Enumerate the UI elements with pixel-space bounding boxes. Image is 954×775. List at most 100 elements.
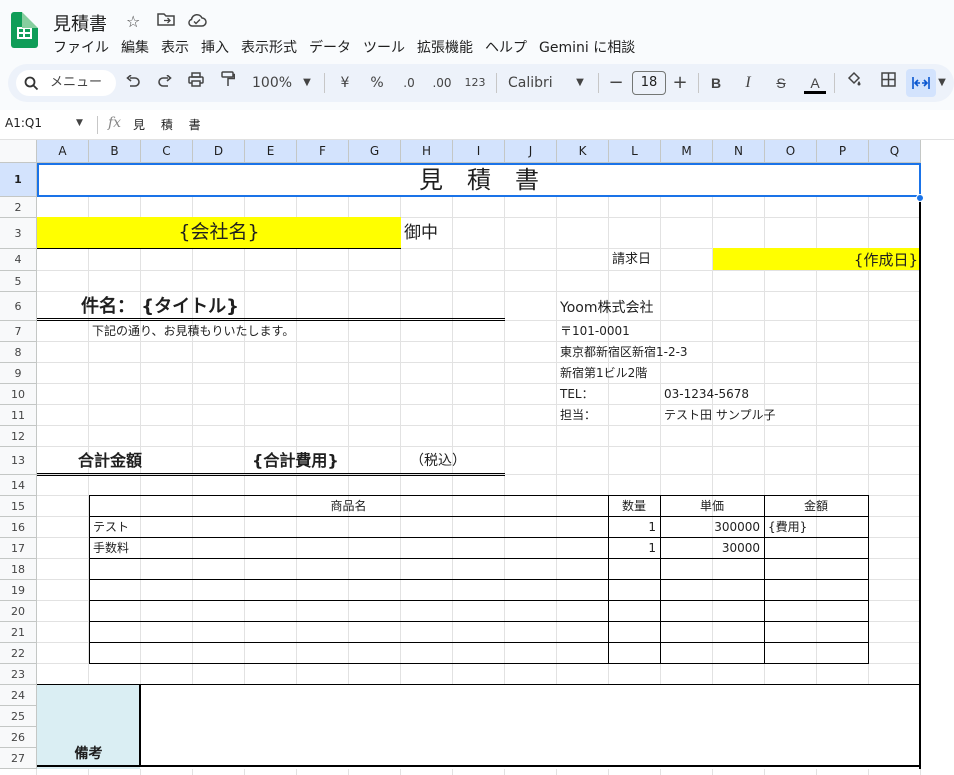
column-header-k[interactable]: K (557, 140, 609, 163)
column-header-l[interactable]: L (609, 140, 661, 163)
menu-file[interactable]: ファイル (53, 37, 109, 57)
row-header-19[interactable]: 19 (0, 580, 37, 601)
fill-color-icon[interactable] (844, 64, 864, 102)
bold-button[interactable]: B (708, 64, 724, 102)
merge-cells-icon (912, 77, 930, 89)
document-title[interactable]: 見積書 (53, 10, 107, 36)
row-header-23[interactable]: 23 (0, 664, 37, 685)
formula-input[interactable]: 見 積 書 (133, 116, 207, 133)
decrease-decimal-button[interactable]: .0 (398, 64, 420, 102)
row-header-13[interactable]: 13 (0, 447, 37, 475)
toolbar-divider (496, 73, 497, 93)
borders-icon[interactable] (878, 64, 898, 102)
menu-format[interactable]: 表示形式 (241, 37, 297, 57)
font-dropdown-icon[interactable]: ▼ (574, 64, 586, 102)
italic-button[interactable]: I (740, 64, 756, 102)
row-header-7[interactable]: 7 (0, 321, 37, 342)
star-icon[interactable]: ☆ (126, 12, 140, 31)
column-header-i[interactable]: I (453, 140, 505, 163)
column-header-h[interactable]: H (401, 140, 453, 163)
move-folder-icon[interactable] (157, 12, 175, 30)
name-box-dropdown-icon[interactable]: ▼ (76, 118, 83, 128)
row-header-5[interactable]: 5 (0, 271, 37, 292)
decrease-font-size-button[interactable]: − (608, 64, 624, 102)
table-hborder (89, 600, 869, 601)
column-header-a[interactable]: A (37, 140, 89, 163)
menu-gemini[interactable]: Gemini に相談 (539, 37, 635, 57)
menu-data[interactable]: データ (309, 37, 351, 57)
merge-dropdown-icon[interactable]: ▼ (936, 64, 948, 102)
row-header-18[interactable]: 18 (0, 559, 37, 580)
row-header-22[interactable]: 22 (0, 643, 37, 664)
column-header-q[interactable]: Q (869, 140, 921, 163)
font-size-input[interactable]: 18 (632, 71, 666, 95)
row-header-14[interactable]: 14 (0, 475, 37, 496)
remarks-area[interactable] (37, 685, 921, 769)
column-header-c[interactable]: C (141, 140, 193, 163)
row-header-6[interactable]: 6 (0, 292, 37, 321)
select-all-corner[interactable] (0, 140, 37, 163)
row-header-25[interactable]: 25 (0, 706, 37, 727)
date-label: 請求日 (612, 252, 652, 267)
menu-view[interactable]: 表示 (161, 37, 189, 57)
amount-header: 金額 (803, 499, 828, 513)
text-color-letter: A (810, 75, 820, 91)
menu-help[interactable]: ヘルプ (485, 37, 527, 57)
zoom-select[interactable]: 100% (252, 64, 292, 102)
row-header-15[interactable]: 15 (0, 496, 37, 517)
row-header-9[interactable]: 9 (0, 363, 37, 384)
merge-cells-button[interactable] (906, 69, 936, 97)
menu-extensions[interactable]: 拡張機能 (417, 37, 473, 57)
menu-search[interactable]: メニュー (16, 70, 116, 96)
sheets-logo-icon[interactable] (11, 12, 38, 48)
strikethrough-button[interactable]: S (772, 64, 790, 102)
row-header-11[interactable]: 11 (0, 405, 37, 426)
increase-decimal-button[interactable]: .00 (430, 64, 454, 102)
name-box[interactable]: A1:Q1 (5, 116, 42, 130)
row-header-4[interactable]: 4 (0, 249, 37, 271)
paint-format-icon[interactable] (218, 64, 238, 102)
redo-icon[interactable] (156, 64, 174, 102)
text-color-button[interactable]: A (804, 64, 826, 102)
row-header-3[interactable]: 3 (0, 218, 37, 249)
column-header-b[interactable]: B (89, 140, 141, 163)
column-header-p[interactable]: P (817, 140, 869, 163)
column-header-o[interactable]: O (765, 140, 817, 163)
column-header-f[interactable]: F (297, 140, 349, 163)
tel-label: TEL： (560, 387, 594, 401)
search-icon (24, 70, 39, 99)
zoom-dropdown-icon[interactable]: ▼ (300, 64, 314, 102)
menu-insert[interactable]: 挿入 (201, 37, 229, 57)
menu-edit[interactable]: 編集 (121, 37, 149, 57)
menu-tools[interactable]: ツール (363, 37, 405, 57)
column-header-m[interactable]: M (661, 140, 713, 163)
percent-format-button[interactable]: % (368, 64, 386, 102)
column-header-n[interactable]: N (713, 140, 765, 163)
row-header-24[interactable]: 24 (0, 685, 37, 706)
row-header-10[interactable]: 10 (0, 384, 37, 405)
column-header-j[interactable]: J (505, 140, 557, 163)
cloud-status-icon[interactable] (187, 12, 207, 31)
currency-format-button[interactable]: ¥ (336, 64, 354, 102)
row-header-16[interactable]: 16 (0, 517, 37, 538)
row-header-20[interactable]: 20 (0, 601, 37, 622)
row-header-8[interactable]: 8 (0, 342, 37, 363)
issuer-name: Yoom株式会社 (560, 300, 654, 316)
company-underline (37, 248, 401, 249)
row-header-12[interactable]: 12 (0, 426, 37, 447)
row-header-21[interactable]: 21 (0, 622, 37, 643)
row-header-17[interactable]: 17 (0, 538, 37, 559)
column-header-g[interactable]: G (349, 140, 401, 163)
font-family-select[interactable]: Calibri (508, 64, 556, 102)
column-header-e[interactable]: E (245, 140, 297, 163)
print-icon[interactable] (186, 64, 206, 102)
sheet-grid[interactable]: A B C D E F G H I J K L M N O P Q 1 2 3 4 5 6 7 8 9 10 11 12 13 14 15 16… (0, 140, 954, 775)
row-header-27[interactable]: 27 (0, 748, 37, 769)
increase-font-size-button[interactable]: + (672, 64, 688, 102)
row-header-1[interactable]: 1 (0, 163, 37, 197)
row-header-26[interactable]: 26 (0, 727, 37, 748)
more-formats-button[interactable]: 123 (464, 64, 486, 102)
undo-icon[interactable] (124, 64, 142, 102)
row-header-2[interactable]: 2 (0, 197, 37, 218)
column-header-d[interactable]: D (193, 140, 245, 163)
